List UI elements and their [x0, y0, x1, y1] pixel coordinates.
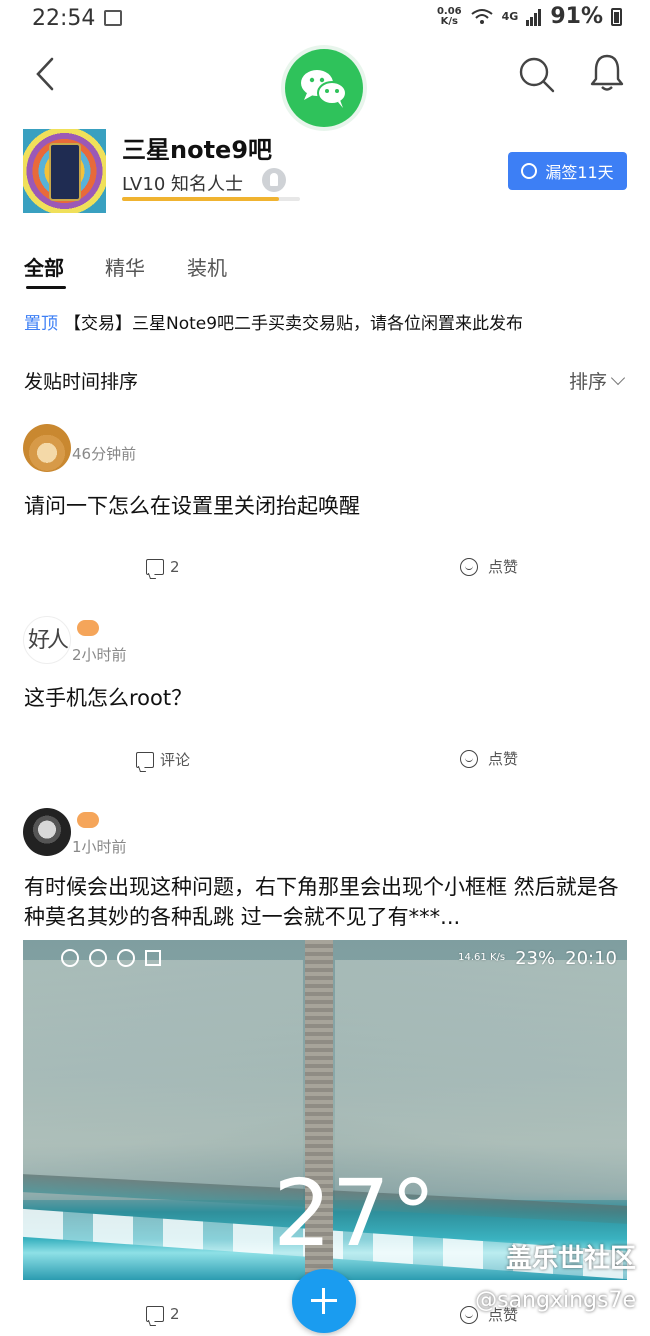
forum-avatar[interactable] [23, 129, 106, 213]
chevron-down-icon [610, 370, 626, 385]
pinned-text: 【交易】三星Note9吧二手买卖交易贴，请各位闲置来此发布 [64, 314, 524, 334]
screenshot-battery: 23% [515, 947, 556, 969]
level-progress-bar [122, 197, 300, 201]
battery-percent: 91% [550, 4, 603, 29]
search-icon[interactable] [516, 54, 556, 94]
level-title: 知名人士 [171, 174, 244, 195]
sort-label: 发贴时间排序 [24, 371, 139, 393]
status-time: 22:54 [32, 6, 96, 31]
post-title[interactable]: 有时候会出现这种问题，右下角那里会出现个小框框 然后就是各种莫名其妙的各种乱跳 … [24, 872, 624, 932]
pinned-post[interactable]: 置顶 【交易】三星Note9吧二手买卖交易贴，请各位闲置来此发布 [24, 309, 523, 334]
sign-in-label: 漏签11天 [545, 163, 614, 182]
forum-level: LV10 知名人士 [122, 170, 243, 196]
app-icon [61, 949, 79, 967]
like-icon [458, 557, 482, 577]
comment-icon [136, 751, 154, 768]
bell-icon[interactable] [586, 52, 628, 94]
like-button[interactable]: 点赞 [458, 748, 518, 769]
level-progress-fill [122, 197, 279, 201]
like-icon [458, 749, 482, 769]
network-type: 4G [501, 10, 519, 23]
comment-button[interactable]: 2 [146, 558, 180, 576]
gallery-notification-icon [104, 10, 122, 26]
like-label: 点赞 [488, 750, 519, 768]
wechat-logo-icon[interactable] [285, 49, 363, 127]
pinned-tag: 置顶 [24, 314, 58, 334]
tab-setup[interactable]: 装机 [187, 252, 227, 281]
watermark-handle: @sangxings7e [475, 1288, 636, 1313]
tab-all[interactable]: 全部 [24, 252, 64, 281]
weather-temperature: 27° [273, 1160, 437, 1267]
post-avatar[interactable] [23, 424, 71, 472]
post-time: 46分钟前 [72, 445, 137, 463]
app-icon [145, 950, 161, 966]
battery-icon [611, 7, 622, 26]
status-right-group: 0.06 K/s 4G 91% [437, 4, 622, 29]
game-badge-icon [77, 812, 99, 828]
new-post-button[interactable] [292, 1269, 356, 1333]
sort-button[interactable]: 排序 [569, 367, 626, 394]
sort-button-label: 排序 [569, 371, 608, 393]
comment-label: 评论 [160, 751, 191, 769]
post-image[interactable]: 14.61 K/s 23% 20:10 27° [23, 940, 627, 1280]
game-badge-icon [77, 620, 99, 636]
wifi-icon [471, 8, 493, 24]
post-time: 2小时前 [72, 646, 127, 664]
sign-icon [521, 163, 538, 179]
sign-in-button[interactable]: 漏签11天 [508, 152, 627, 190]
tab-featured[interactable]: 精华 [105, 252, 145, 281]
screenshot-time: 20:10 [565, 947, 617, 969]
tab-underline [26, 286, 66, 289]
net-speed: 0.06 K/s [436, 5, 462, 27]
signal-icon [526, 8, 542, 26]
qq-icon [117, 949, 135, 967]
screenshot-status-bar: 14.61 K/s 23% 20:10 [61, 946, 617, 970]
like-label: 点赞 [488, 558, 519, 576]
app-icon [89, 949, 107, 967]
post-title[interactable]: 这手机怎么root？ [24, 682, 192, 712]
comment-button[interactable]: 2 [146, 1305, 180, 1323]
comment-icon [146, 1306, 164, 1322]
comment-count: 2 [170, 558, 180, 576]
rocket-badge-icon [262, 168, 286, 192]
like-button[interactable]: 点赞 [458, 556, 518, 577]
post-avatar[interactable] [23, 808, 71, 856]
back-icon[interactable] [30, 56, 62, 92]
comment-button[interactable]: 评论 [136, 749, 190, 770]
watermark-site: 盖乐世社区 [505, 1244, 636, 1274]
post-avatar[interactable]: 好人 [23, 616, 71, 664]
level-number: LV10 [122, 174, 166, 195]
post-time: 1小时前 [72, 838, 127, 856]
comment-icon [146, 559, 164, 575]
screenshot-net-speed: 14.61 K/s [458, 952, 506, 963]
post-title[interactable]: 请问一下怎么在设置里关闭抬起唤醒 [24, 490, 360, 520]
forum-title: 三星note9吧 [122, 136, 273, 164]
comment-count: 2 [170, 1305, 180, 1323]
